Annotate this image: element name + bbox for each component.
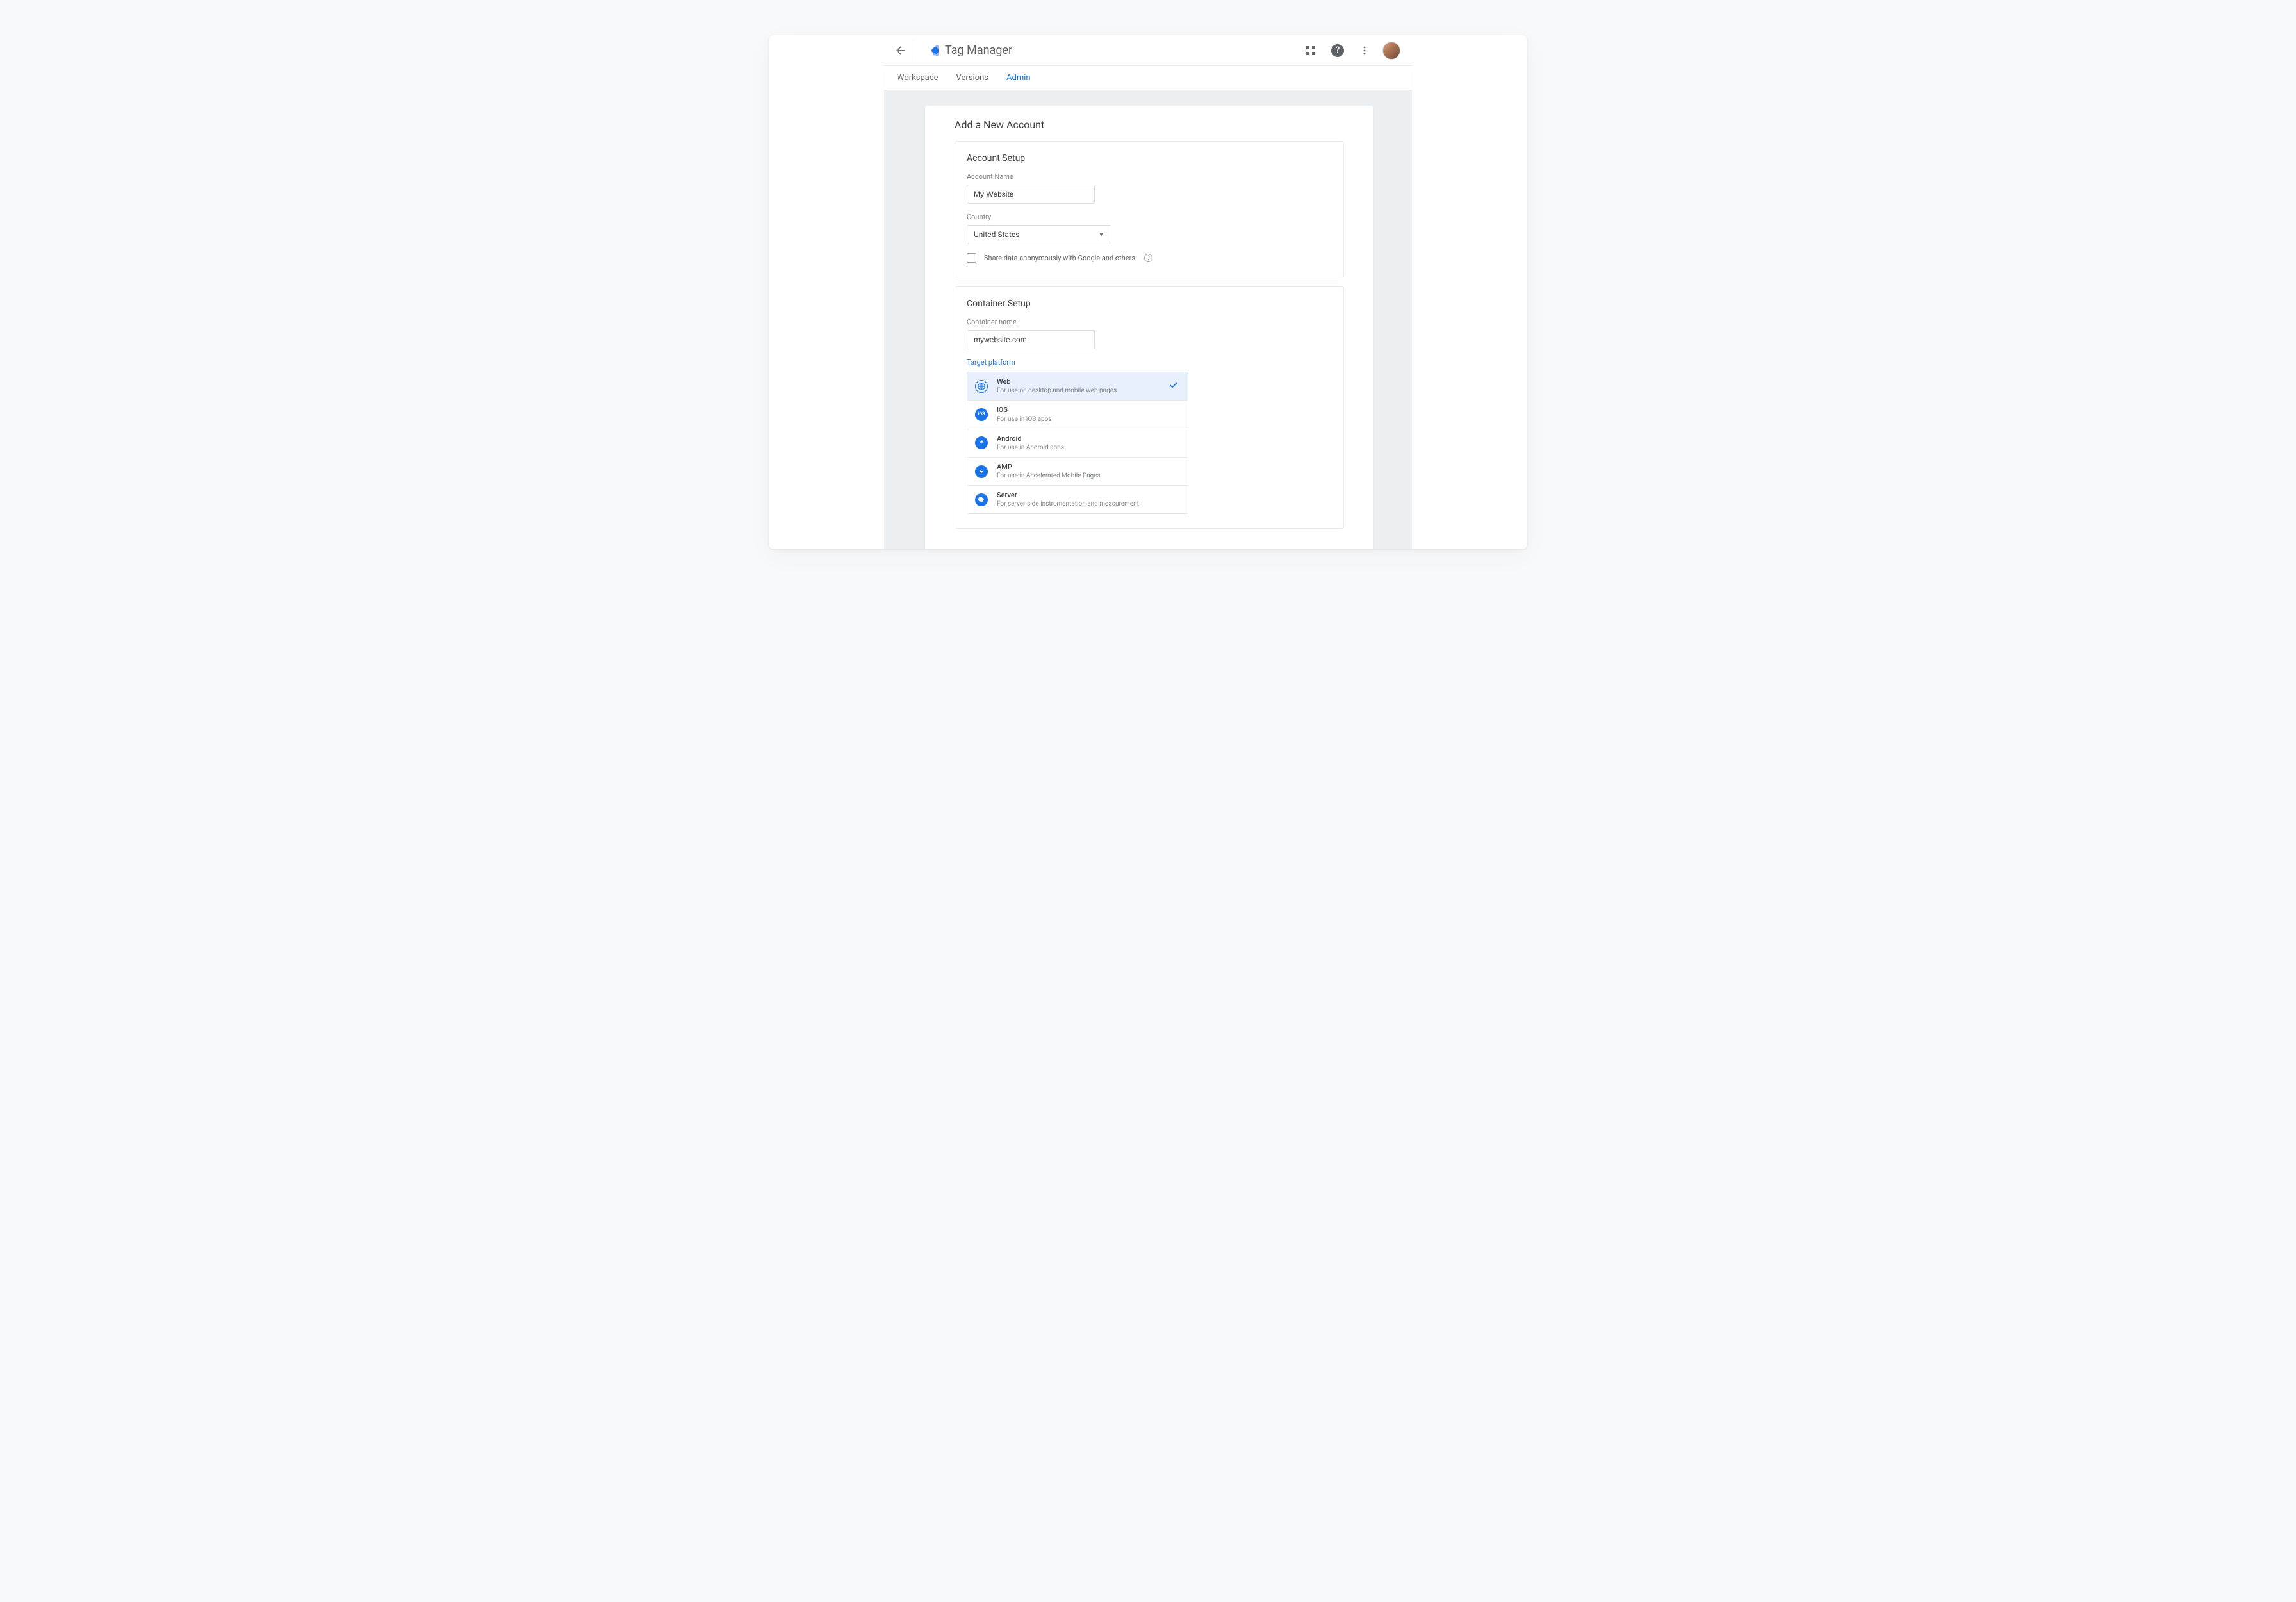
platform-amp[interactable]: AMP For use in Accelerated Mobile Pages — [967, 458, 1188, 486]
label-country: Country — [967, 213, 1332, 221]
platform-desc: For use in iOS apps — [997, 415, 1051, 424]
platform-desc: For use in Accelerated Mobile Pages — [997, 472, 1101, 480]
page-heading: Add a New Account — [955, 119, 1344, 131]
logo-block: Tag Manager — [917, 43, 1012, 58]
help-icon[interactable]: ? — [1144, 254, 1152, 262]
tab-row: Workspace Versions Admin — [884, 66, 1412, 90]
platform-web[interactable]: Web For use on desktop and mobile web pa… — [967, 372, 1188, 400]
label-account-name: Account Name — [967, 172, 1332, 181]
select-country[interactable]: United States ▼ — [967, 225, 1111, 244]
input-account-name[interactable] — [967, 185, 1095, 204]
platform-ios[interactable]: iOS iOS For use in iOS apps — [967, 400, 1188, 429]
more-vert-icon — [1359, 45, 1370, 56]
account-setup-section: Account Setup Account Name Country Unite… — [955, 141, 1344, 277]
platform-name: Server — [997, 491, 1139, 500]
platform-name: Web — [997, 377, 1117, 386]
user-avatar[interactable] — [1382, 42, 1400, 60]
country-field: Country United States ▼ — [967, 213, 1332, 244]
chevron-down-icon: ▼ — [1098, 231, 1104, 238]
platform-desc: For use on desktop and mobile web pages — [997, 386, 1117, 395]
platform-name: iOS — [997, 406, 1051, 415]
section-title-container: Container Setup — [967, 299, 1332, 309]
tab-workspace[interactable]: Workspace — [897, 73, 939, 83]
platform-android[interactable]: Android For use in Android apps — [967, 429, 1188, 458]
apps-button[interactable] — [1302, 42, 1320, 60]
apps-grid-icon — [1306, 45, 1316, 56]
arrow-left-icon — [894, 44, 907, 57]
input-container-name[interactable] — [967, 330, 1095, 349]
container-setup-section: Container Setup Container name Target pl… — [955, 286, 1344, 529]
server-icon — [975, 493, 988, 506]
main-card: Add a New Account Account Setup Account … — [925, 106, 1374, 549]
help-button[interactable]: ? — [1329, 42, 1347, 60]
label-container-name: Container name — [967, 318, 1332, 326]
back-button[interactable] — [888, 38, 914, 63]
platform-list: Web For use on desktop and mobile web pa… — [967, 372, 1188, 514]
check-icon — [1168, 380, 1179, 393]
tab-versions[interactable]: Versions — [956, 73, 988, 83]
ios-icon: iOS — [975, 408, 988, 421]
label-share-data: Share data anonymously with Google and o… — [984, 254, 1135, 262]
header-actions: ? — [1302, 42, 1400, 60]
container-name-field: Container name — [967, 318, 1332, 349]
platform-desc: For use in Android apps — [997, 443, 1064, 452]
platform-desc: For server-side instrumentation and meas… — [997, 500, 1139, 508]
help-icon: ? — [1331, 44, 1344, 57]
section-title-account: Account Setup — [967, 153, 1332, 163]
checkbox-share-data[interactable] — [967, 253, 976, 263]
more-button[interactable] — [1356, 42, 1374, 60]
amp-icon — [975, 465, 988, 478]
app-title: Tag Manager — [945, 44, 1012, 57]
platform-name: Android — [997, 434, 1064, 443]
android-icon — [975, 436, 988, 449]
label-target-platform: Target platform — [967, 358, 1332, 367]
share-data-row: Share data anonymously with Google and o… — [967, 253, 1332, 263]
platform-name: AMP — [997, 463, 1101, 472]
app-frame: Tag Manager ? — [769, 35, 1527, 549]
platform-server[interactable]: Server For server-side instrumentation a… — [967, 486, 1188, 513]
web-icon — [975, 380, 988, 393]
account-name-field: Account Name — [967, 172, 1332, 204]
body-shell: Add a New Account Account Setup Account … — [884, 90, 1412, 549]
tagmanager-logo-icon — [923, 43, 939, 58]
tab-admin[interactable]: Admin — [1006, 73, 1031, 83]
app-header: Tag Manager ? — [884, 35, 1412, 66]
select-country-value: United States — [974, 230, 1019, 239]
